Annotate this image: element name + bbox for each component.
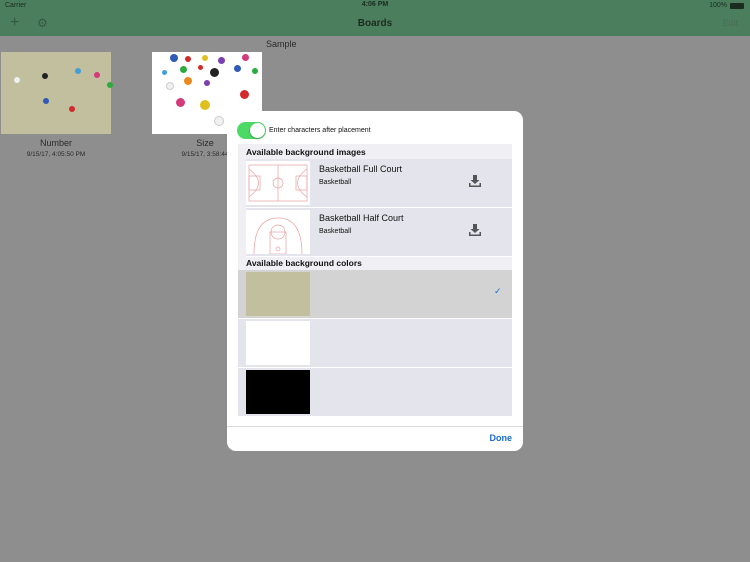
token [218,57,225,64]
full-court-thumbnail [246,161,310,205]
token [234,65,241,72]
token [184,77,192,85]
battery-percent: 100% [709,2,727,9]
placement-toggle[interactable] [237,122,266,139]
placement-toggle-label: Enter characters after placement [269,127,371,134]
background-color-row[interactable] [238,319,512,368]
board-date: 9/15/17, 4:05:50 PM [26,151,86,158]
token [166,82,174,90]
token [210,68,219,77]
image-title: Basketball Half Court [319,213,404,223]
token [240,90,249,99]
battery-icon [730,2,744,9]
token [43,98,49,104]
background-image-row[interactable]: Basketball Full Court Basketball [246,159,512,208]
color-swatch [246,321,310,365]
token [252,68,258,74]
image-subtitle: Basketball [319,179,352,186]
page-title: Boards [357,18,393,29]
background-color-row[interactable] [238,368,512,417]
color-swatch [246,370,310,414]
edit-button[interactable]: Edit [722,18,738,28]
token [204,80,210,86]
token [69,106,75,112]
background-image-row[interactable]: Basketball Half Court Basketball [246,208,512,257]
background-picker-dialog: Enter characters after placement Availab… [227,111,523,451]
token [162,70,167,75]
download-icon[interactable] [468,174,482,188]
status-bar: Carrier 4:06 PM 100% [0,0,750,11]
board-thumbnail-number[interactable] [1,52,113,134]
token [176,98,185,107]
checkmark-icon: ✓ [494,286,502,296]
background-options-list: Available background images Basketball F… [238,144,512,417]
half-court-thumbnail [246,210,310,255]
token [202,55,208,61]
toggle-knob [250,123,265,138]
token [14,77,20,83]
placement-toggle-row: Enter characters after placement [237,122,371,139]
section-title: Sample [266,39,297,49]
color-swatch [246,272,310,316]
token [214,116,224,126]
nav-bar: + ⚙ Boards Edit [0,11,750,36]
token [200,100,210,110]
image-subtitle: Basketball [319,228,352,235]
token [42,73,48,79]
images-section-header: Available background images [246,147,366,157]
token [242,54,249,61]
board-name: Number [39,138,72,148]
token [180,66,187,73]
colors-section-header: Available background colors [246,258,362,268]
divider [227,426,523,427]
battery-indicator: 100% [709,2,744,9]
token [75,68,81,74]
token [185,56,191,62]
token [170,54,178,62]
token [198,65,203,70]
status-time: 4:06 PM [361,1,389,8]
image-title: Basketball Full Court [319,164,403,174]
token [107,82,113,88]
background-color-row[interactable]: ✓ [238,270,512,319]
token [94,72,100,78]
done-button[interactable]: Done [490,433,513,443]
download-icon[interactable] [468,223,482,237]
